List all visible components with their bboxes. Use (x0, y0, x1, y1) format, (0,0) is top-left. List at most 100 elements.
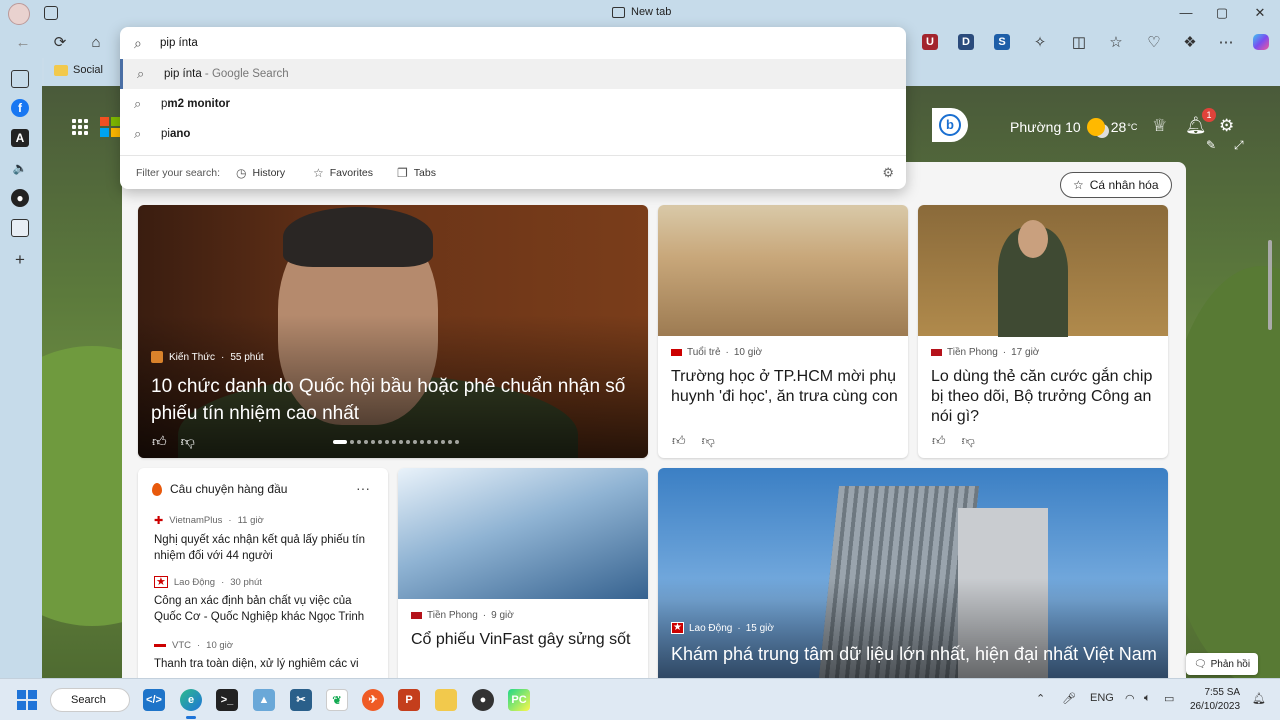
personalize-button[interactable]: ☆ Cá nhân hóa (1060, 172, 1172, 198)
customize-brush-icon[interactable]: ✎ (1206, 138, 1216, 152)
copilot-icon[interactable] (1253, 34, 1269, 50)
refresh-icon[interactable]: ⟳ (49, 32, 71, 54)
workspaces-icon[interactable] (44, 6, 58, 20)
filter-favorites[interactable]: ☆ Favorites (313, 166, 373, 180)
dislike-icon[interactable]: 👎︎ (962, 433, 975, 449)
title-bar: New tab — ▢ ✕ (0, 0, 1280, 28)
star-outline-icon: ☆ (1073, 178, 1084, 192)
pycharm-icon[interactable]: PC (508, 689, 530, 711)
collections-icon[interactable]: ❖ (1179, 32, 1201, 54)
split-screen-icon[interactable]: ◫ (1068, 32, 1090, 54)
edge-icon[interactable]: e (180, 689, 202, 719)
language-indicator[interactable]: ENG (1090, 692, 1114, 704)
tabs-icon: ❐ (397, 165, 408, 180)
extensions-icon[interactable]: ✧ (1029, 32, 1051, 54)
speaker-icon[interactable]: 🔈 (11, 159, 29, 177)
top-story-item[interactable]: VTC · 10 giờ Thanh tra toàn diện, xử lý ng… (154, 640, 374, 672)
carousel-dots[interactable] (333, 440, 459, 444)
maximize-button[interactable]: ▢ (1212, 5, 1232, 21)
scrollbar-thumb[interactable] (1268, 240, 1272, 330)
card-title[interactable]: Cổ phiếu VinFast gây sửng sốt (411, 630, 639, 650)
dashlane-extension-icon[interactable]: D (958, 34, 974, 50)
rewards-trophy-icon[interactable]: ♕ (1152, 116, 1167, 136)
filter-tabs[interactable]: ❐ Tabs (397, 166, 436, 180)
card-title[interactable]: Khám phá trung tâm dữ liệu lớn nhất, hiệ… (671, 642, 1161, 666)
card-title[interactable]: Lo dùng thẻ căn cước gắn chip bị theo dõ… (931, 367, 1159, 427)
news-card-datacenter[interactable]: ★ Lao Động · 15 giờ Khám phá trung tâm dữ… (658, 468, 1168, 678)
suggestion-google-search[interactable]: ⌕ pip ínta - Google Search (120, 59, 906, 89)
suggestion-text: pip ínta (164, 68, 202, 80)
more-options-button[interactable]: ··· (356, 480, 370, 496)
vscode-icon[interactable]: </> (143, 689, 165, 711)
more-menu-icon[interactable]: ⋯ (1215, 32, 1237, 54)
address-bar-dropdown: ⌕ ⌕ pip ínta - Google Search ⌕ pm2 monit… (120, 27, 906, 189)
suggestion-item[interactable]: ⌕ piano (120, 119, 906, 149)
filter-history[interactable]: ◷ History (236, 166, 285, 180)
obs-icon[interactable]: ● (472, 689, 494, 711)
like-icon[interactable]: 👍︎ (152, 433, 167, 450)
weather-widget[interactable]: Phường 10 28 °C (1010, 118, 1137, 136)
clock[interactable]: 7:55 SA 26/10/2023 (1190, 686, 1240, 714)
dislike-icon[interactable]: 👎︎ (702, 433, 715, 449)
snipping-tool-icon[interactable]: ✂ (290, 689, 312, 711)
add-sidebar-app-icon[interactable]: + (11, 251, 29, 269)
address-input[interactable] (160, 33, 860, 53)
ublock-extension-icon[interactable]: U (922, 34, 938, 50)
card-title[interactable]: Trường học ở TP.HCM mời phụ huynh 'đi họ… (671, 367, 899, 407)
tray-overflow-icon[interactable]: ⌃ (1036, 692, 1045, 705)
settings-gear-icon[interactable]: ⚙ (1219, 116, 1234, 136)
home-icon[interactable]: ⌂ (85, 32, 107, 54)
active-tab[interactable]: New tab (612, 6, 671, 18)
news-card-school[interactable]: Tuổi trẻ · 10 giờ Trường học ở TP.HCM mời… (658, 205, 908, 458)
news-card-vinfast[interactable]: Tiền Phong · 9 giờ Cổ phiếu VinFast gây s… (398, 468, 648, 678)
taskbar-search[interactable]: Search (50, 688, 130, 712)
mongodb-icon[interactable]: ❦ (326, 689, 348, 711)
like-icon[interactable]: 👍︎ (932, 433, 946, 449)
app-launcher-icon[interactable] (72, 119, 88, 135)
minimize-button[interactable]: — (1176, 5, 1196, 20)
expand-icon[interactable]: ⤢ (1234, 138, 1244, 153)
start-button[interactable] (17, 690, 37, 710)
page-scrollbar[interactable] (1266, 100, 1274, 670)
wifi-icon[interactable]: ◠ (1125, 692, 1135, 705)
search-settings-gear-icon[interactable]: ⚙ (882, 165, 894, 181)
hero-news-card[interactable]: Kiến Thức · 55 phút 10 chức danh do Quốc… (138, 205, 648, 458)
s-extension-icon[interactable]: S (994, 34, 1010, 50)
microsoft-logo[interactable] (100, 117, 120, 137)
card-source: Tuổi trẻ (687, 347, 721, 358)
favorite-folder-social[interactable]: Social (54, 64, 103, 76)
battery-icon[interactable]: ▭ (1164, 692, 1174, 705)
history-icon: ◷ (236, 165, 247, 180)
feedback-button[interactable]: 🗨︎ Phản hồi (1186, 653, 1258, 675)
hero-title[interactable]: 10 chức danh do Quốc hội bầu hoặc phê ch… (151, 373, 641, 427)
close-button[interactable]: ✕ (1250, 5, 1270, 21)
weather-temperature: 28 (1110, 119, 1127, 135)
profile-avatar[interactable] (8, 3, 30, 25)
dislike-icon[interactable]: 👎︎ (181, 433, 195, 450)
github-icon[interactable]: ● (11, 189, 29, 207)
photos-icon[interactable]: ▲ (253, 689, 275, 711)
browser-essentials-icon[interactable]: ♡ (1143, 32, 1165, 54)
story-age: 11 giờ (237, 515, 264, 526)
bing-search-button[interactable]: b (932, 108, 968, 142)
tab-actions-icon[interactable] (11, 70, 29, 88)
font-app-icon[interactable]: A (11, 129, 29, 147)
microphone-icon[interactable]: 🎤︎ (1062, 692, 1076, 705)
favorites-star-icon[interactable]: ☆ (1105, 32, 1127, 54)
terminal-icon[interactable]: >_ (216, 689, 238, 711)
volume-icon[interactable]: 🔈︎ (1144, 692, 1151, 705)
powerpoint-icon[interactable]: P (398, 689, 420, 711)
back-icon[interactable]: ← (12, 32, 34, 54)
notification-center-icon[interactable]: 🔔︎ (1252, 692, 1266, 705)
file-explorer-icon[interactable] (435, 689, 457, 711)
suggestion-item[interactable]: ⌕ pm2 monitor (120, 89, 906, 119)
search-filters: Filter your search: ◷ History ☆ Favorites … (120, 155, 906, 189)
top-story-item[interactable]: ✚ VietnamPlus · 11 giờ Nghị quyết xác nhận … (154, 514, 374, 564)
postman-icon[interactable]: ✈ (362, 689, 384, 711)
reading-icon[interactable] (11, 219, 29, 237)
like-icon[interactable]: 👍︎ (672, 433, 686, 449)
top-story-item[interactable]: ★ Lao Động · 30 phút Công an xác định bản c… (154, 576, 374, 625)
news-card-minister[interactable]: Tiền Phong · 17 giờ Lo dùng thẻ căn cước … (918, 205, 1168, 458)
search-icon: ⌕ (134, 96, 142, 111)
facebook-icon[interactable]: f (11, 99, 29, 117)
